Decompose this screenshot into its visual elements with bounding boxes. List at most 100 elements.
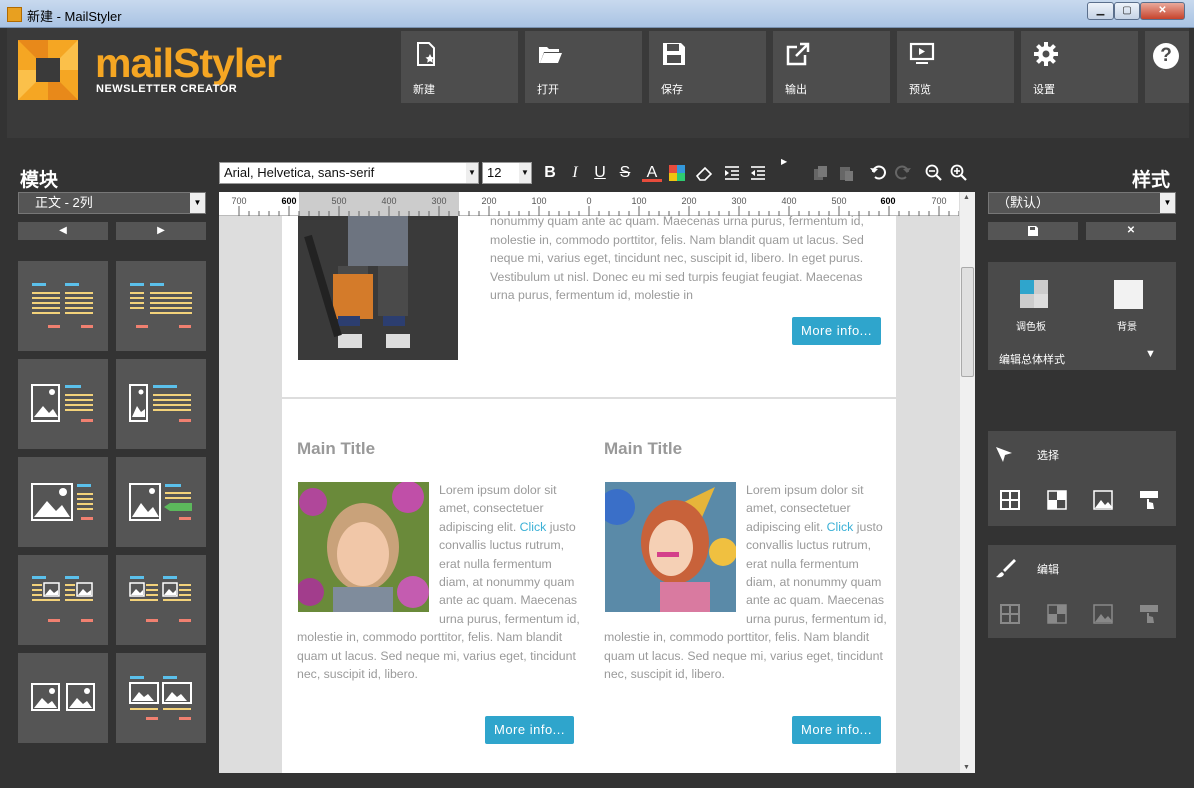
more-info-button[interactable]: More info...: [485, 716, 574, 744]
block-type-value: 正文 - 2列: [35, 195, 93, 210]
ruler-tick: 600: [281, 196, 297, 206]
column-text: Lorem ipsum dolor sit amet, consectetuer…: [604, 481, 888, 683]
ruler-tick: 500: [331, 196, 347, 206]
save-style-button[interactable]: [988, 222, 1078, 240]
ruler-tick: 300: [731, 196, 747, 206]
next-blocks-button[interactable]: ▶: [116, 222, 206, 240]
select-image-icon[interactable]: [1092, 489, 1116, 513]
select-cell-icon[interactable]: [1046, 489, 1070, 513]
block-thumbnail[interactable]: [116, 359, 206, 449]
more-arrow-icon[interactable]: ▶: [781, 157, 787, 166]
edit-global-style-label[interactable]: 编辑总体样式: [999, 351, 1065, 367]
folder-open-icon: [539, 47, 562, 63]
zoom-in-icon[interactable]: [950, 164, 968, 182]
ruler-ticks: [238, 206, 960, 216]
background-color-icon[interactable]: [669, 165, 685, 181]
new-button[interactable]: 新建: [401, 31, 518, 103]
edit-cell-icon[interactable]: [1046, 603, 1070, 627]
bold-button[interactable]: B: [540, 163, 560, 183]
column-text: Lorem ipsum dolor sit amet, consectetuer…: [297, 481, 581, 683]
export-button[interactable]: 输出: [773, 31, 890, 103]
click-link[interactable]: Click: [827, 520, 854, 534]
block-thumbnail[interactable]: [18, 261, 108, 351]
help-button[interactable]: ?: [1145, 31, 1189, 103]
image-text-icon: [31, 384, 93, 422]
block-type-select[interactable]: 正文 - 2列 ▼: [18, 192, 206, 214]
ruler-tick: 700: [231, 196, 247, 206]
undo-icon[interactable]: [869, 164, 886, 181]
select-all-icon[interactable]: [999, 489, 1023, 513]
more-info-button[interactable]: More info...: [792, 716, 881, 744]
block-thumbnail[interactable]: [18, 359, 108, 449]
strikethrough-button[interactable]: S: [615, 163, 635, 183]
zoom-out-icon[interactable]: [925, 164, 943, 182]
font-size-select[interactable]: 12 ▼: [482, 162, 532, 184]
block-thumbnail[interactable]: [116, 653, 206, 743]
cursor-icon: [996, 447, 1012, 462]
ruler-tick: 100: [631, 196, 647, 206]
edit-label: 编辑: [1037, 564, 1059, 576]
block-thumbnail[interactable]: [18, 457, 108, 547]
block-thumbnail[interactable]: [18, 555, 108, 645]
scroll-up-icon[interactable]: ▲: [963, 194, 970, 201]
minimize-button[interactable]: ▁: [1087, 2, 1114, 20]
save-icon: [663, 43, 685, 65]
chevron-down-icon: ▼: [190, 193, 205, 213]
indent-icon[interactable]: [724, 165, 740, 181]
edit-all-icon[interactable]: [999, 603, 1023, 627]
redo-icon[interactable]: [895, 164, 912, 181]
eraser-icon[interactable]: [695, 165, 713, 181]
more-info-button[interactable]: More info...: [792, 317, 881, 345]
prev-blocks-button[interactable]: ◀: [18, 222, 108, 240]
window-title: 新建 - MailStyler: [27, 9, 122, 24]
edit-pointer-icon[interactable]: [1138, 603, 1162, 627]
style-select[interactable]: （默认） ▼: [988, 192, 1176, 214]
palette-label: 调色板: [1016, 322, 1046, 333]
chevron-down-icon: ▼: [1160, 193, 1175, 213]
text-color-button[interactable]: A: [642, 163, 662, 182]
preview-button[interactable]: 预览: [897, 31, 1014, 103]
open-button[interactable]: 打开: [525, 31, 642, 103]
save-button[interactable]: 保存: [649, 31, 766, 103]
block-thumbnail[interactable]: [18, 653, 108, 743]
image-spacer: [604, 481, 746, 612]
palette-icon[interactable]: [1020, 280, 1048, 308]
background-swatch-icon[interactable]: [1114, 280, 1143, 309]
block-thumbnail[interactable]: [116, 261, 206, 351]
outdent-icon[interactable]: [750, 165, 766, 181]
edit-image-icon[interactable]: [1092, 603, 1116, 627]
close-button[interactable]: ✕: [1140, 2, 1185, 20]
copy-icon[interactable]: [813, 165, 829, 181]
block-thumbnail[interactable]: [116, 555, 206, 645]
two-column-image-icon: [32, 576, 93, 622]
maximize-button[interactable]: ▢: [1114, 2, 1140, 20]
column-title: Main Title: [297, 439, 376, 458]
select-pointer-icon[interactable]: [1138, 489, 1162, 513]
block-thumbnail[interactable]: [116, 457, 206, 547]
new-label: 新建: [413, 84, 435, 96]
scroll-down-icon[interactable]: ▼: [963, 764, 970, 771]
click-link[interactable]: Click: [520, 520, 547, 534]
vertical-scrollbar[interactable]: ▲ ▼: [959, 192, 975, 773]
italic-button[interactable]: I: [565, 163, 585, 183]
underline-button[interactable]: U: [590, 163, 610, 183]
two-images-icon: [31, 683, 95, 711]
blocks-panel-title: 模块: [20, 170, 59, 191]
ruler: 700 600 500 400 300 200 100 0 100 200 30…: [219, 192, 975, 216]
delete-style-button[interactable]: ✕: [1086, 222, 1176, 240]
font-family-select[interactable]: Arial, Helvetica, sans-serif ▼: [219, 162, 479, 184]
chevron-down-icon[interactable]: ▼: [1145, 348, 1156, 360]
image-spacer: [297, 481, 439, 612]
ruler-tick: 400: [381, 196, 397, 206]
settings-button[interactable]: 设置: [1021, 31, 1138, 103]
format-toolbar: Arial, Helvetica, sans-serif ▼ 12 ▼ B I …: [219, 157, 975, 188]
ruler-tick: 100: [531, 196, 547, 206]
ruler-tick: 700: [931, 196, 947, 206]
paste-icon[interactable]: [838, 165, 854, 181]
email-canvas: Nonummy convallis luctus rutrum, erat nu…: [219, 216, 959, 773]
scroll-thumb[interactable]: [961, 267, 974, 377]
ruler-tick: 600: [880, 196, 896, 206]
select-tools-panel: 选择: [988, 431, 1176, 526]
email-sheet: Nonummy convallis luctus rutrum, erat nu…: [282, 216, 896, 773]
brush-icon: [996, 559, 1016, 578]
